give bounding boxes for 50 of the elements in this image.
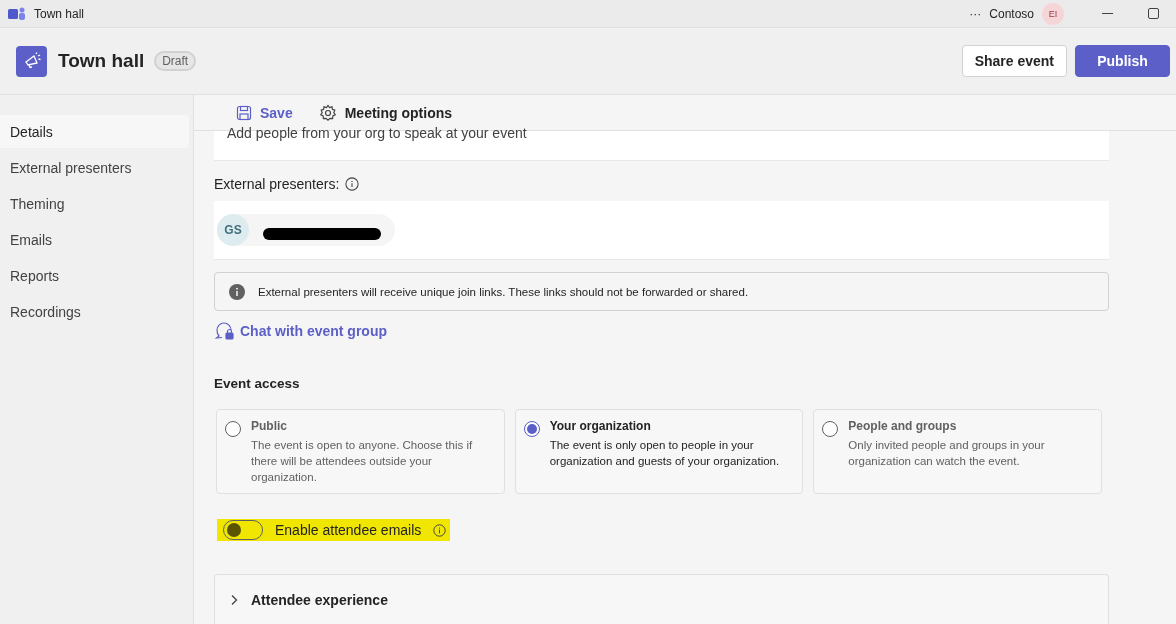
share-button[interactable]: Share event — [961, 45, 1067, 77]
app-logo-icon — [8, 5, 26, 22]
access-option[interactable]: Your organization The event is only open to people in your organization and guests of your organization. — [514, 409, 804, 494]
status-badge: Draft — [154, 51, 197, 71]
option-title: Your organization — [549, 419, 652, 433]
sidebar-item[interactable]: Details — [0, 115, 189, 148]
option-title: Public — [251, 419, 288, 433]
megaphone-icon — [16, 45, 47, 77]
radio-button[interactable] — [225, 421, 241, 437]
organization-name[interactable]: Contoso — [989, 6, 1034, 21]
sidebar-item[interactable]: External presenters — [0, 151, 189, 184]
field-label: External presenters: — [214, 176, 340, 192]
user-avatar[interactable]: EI — [1042, 2, 1064, 25]
presenters-field[interactable]: GS — [214, 201, 1109, 260]
settings-icon — [318, 103, 337, 122]
window-title: Town hall — [34, 6, 86, 21]
info-icon — [229, 283, 245, 300]
publish-button[interactable]: Publish — [1075, 45, 1170, 77]
maximize-icon[interactable] — [1147, 8, 1159, 19]
save-icon — [236, 104, 252, 121]
presenter-avatar: GS — [217, 214, 249, 246]
access-option[interactable]: People and groups Only invited people and groups in your organization can watch the event. — [813, 409, 1102, 494]
chat-lock-icon — [214, 321, 234, 341]
minimize-icon[interactable] — [1101, 12, 1113, 15]
sidebar-item[interactable]: Theming — [0, 187, 189, 220]
sidebar-item[interactable]: Recordings — [0, 295, 189, 328]
chevron-icon — [229, 593, 239, 606]
chat-link[interactable]: Chat with event group — [214, 321, 387, 341]
presenter-chip[interactable]: GS — [217, 214, 395, 246]
info-icon[interactable] — [433, 523, 447, 537]
section-title: Event access — [214, 376, 301, 391]
save-button[interactable]: Save — [236, 104, 293, 121]
section-name: Attendee experience — [251, 591, 388, 608]
sidebar-item[interactable]: Emails — [0, 223, 189, 256]
options-button[interactable]: Meeting options — [318, 103, 453, 122]
collapsible-section[interactable]: Attendee experience — [214, 574, 1109, 624]
more-button[interactable]: ··· — [969, 6, 982, 21]
access-option[interactable]: Public The event is open to anyone. Choose this if there will be attendees outside your organization. — [216, 409, 505, 494]
presenters-hint: Add people from your org to speak at your event — [227, 126, 527, 140]
toggle-label: Enable attendee emails — [275, 522, 422, 538]
sidebar-item[interactable]: Reports — [0, 259, 189, 292]
option-description: Only invited people and groups in your organization can watch the event. — [848, 438, 1046, 469]
event-title: Town hall — [58, 50, 145, 72]
radio-button[interactable] — [822, 421, 839, 437]
notice-text: External presenters will receive unique join links. These links should not be forwarded or shared. — [258, 285, 749, 298]
option-title: People and groups — [848, 419, 958, 433]
option-description: The event is only open to people in your organization and guests of your organization. — [549, 438, 781, 469]
radio-button[interactable] — [523, 421, 540, 437]
option-description: The event is open to anyone. Choose this if there will be attendees outside your organization. — [251, 438, 474, 485]
info-icon[interactable] — [345, 177, 360, 191]
